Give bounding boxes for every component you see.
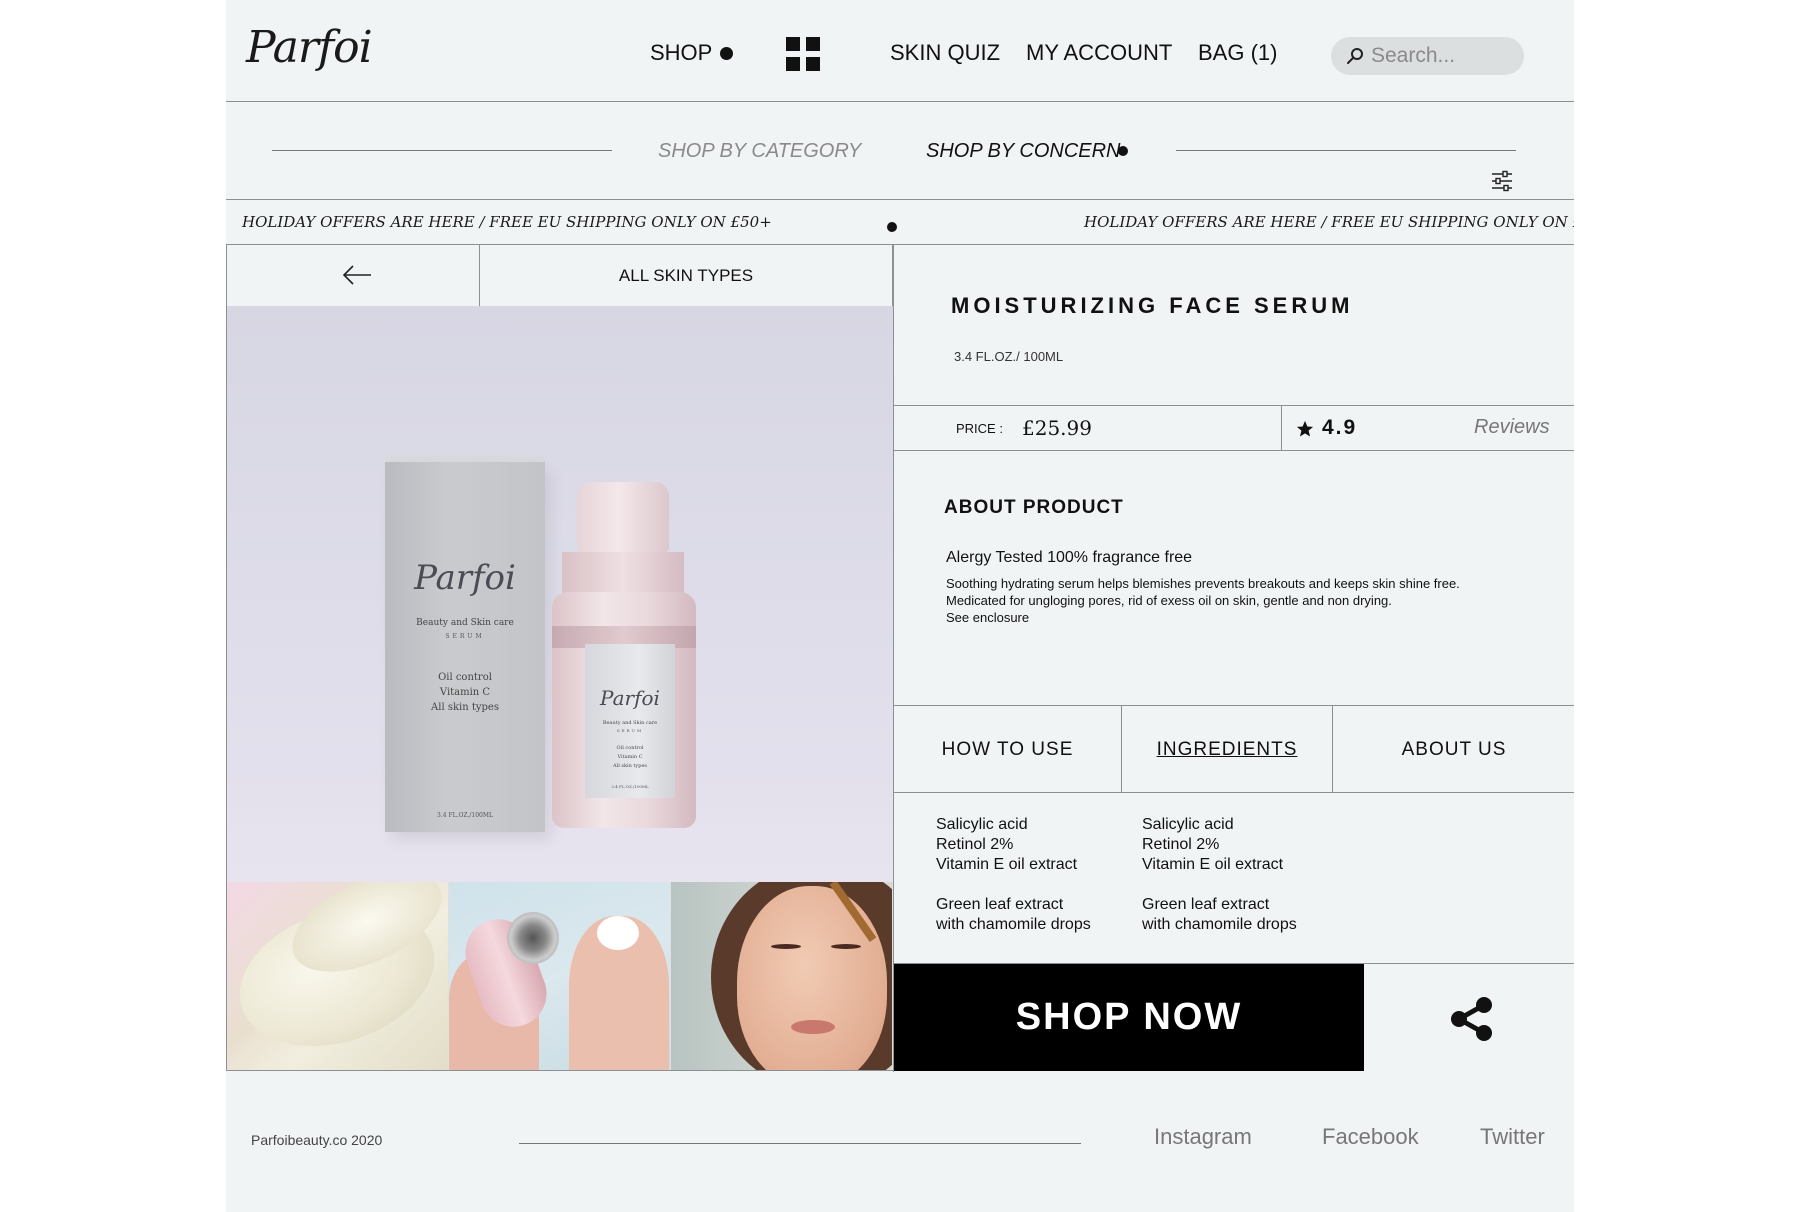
ingredients-list: Salicylic acid Retinol 2% Vitamin E oil … bbox=[1142, 815, 1297, 935]
list-item: Salicylic acid bbox=[936, 816, 1028, 833]
product-details: MOISTURIZING FACE SERUM 3.4 FL.OZ./ 100M… bbox=[893, 245, 1574, 1072]
product-page: Parfoi SHOP SKIN QUIZ MY ACCOUNT BAG (1)… bbox=[226, 0, 1574, 1212]
about-product-description: Soothing hydrating serum helps blemishes… bbox=[946, 576, 1460, 625]
price-label: PRICE : bbox=[956, 421, 1003, 436]
divider-line bbox=[1176, 150, 1516, 151]
grid-icon[interactable] bbox=[786, 37, 820, 71]
shop-by-category-link[interactable]: SHOP BY CATEGORY bbox=[658, 140, 861, 163]
bottle-label: Parfoi Beauty and Skin care SERUM Oil co… bbox=[585, 644, 675, 798]
reviews-link[interactable]: Reviews bbox=[1474, 416, 1550, 439]
filter-sliders-icon[interactable] bbox=[1490, 170, 1514, 192]
box-volume: 3.4 FL.OZ./100ML bbox=[437, 812, 493, 819]
site-footer: Parfoibeauty.co 2020 Instagram Facebook … bbox=[226, 1072, 1574, 1212]
thumbnail-cream[interactable] bbox=[227, 882, 449, 1070]
list-item: with chamomile drops bbox=[1142, 916, 1297, 933]
facebook-link[interactable]: Facebook bbox=[1322, 1124, 1419, 1150]
list-item: Vitamin E oil extract bbox=[1142, 856, 1284, 873]
promo-separator-dot bbox=[887, 222, 897, 232]
divider-line bbox=[519, 1143, 1081, 1144]
nav-shop[interactable]: SHOP bbox=[650, 40, 712, 66]
copyright: Parfoibeauty.co 2020 bbox=[251, 1132, 383, 1148]
price-value: £25.99 bbox=[1022, 416, 1092, 440]
nav-bag[interactable]: BAG (1) bbox=[1198, 40, 1277, 66]
list-item: Green leaf extract bbox=[936, 896, 1064, 913]
shop-by-concern-link[interactable]: SHOP BY CONCERN bbox=[926, 140, 1120, 163]
site-header: Parfoi SHOP SKIN QUIZ MY ACCOUNT BAG (1) bbox=[226, 0, 1574, 102]
category-bar: SHOP BY CATEGORY SHOP BY CONCERN bbox=[226, 102, 1574, 200]
instagram-link[interactable]: Instagram bbox=[1154, 1124, 1252, 1150]
twitter-link[interactable]: Twitter bbox=[1480, 1124, 1545, 1150]
list-item: Green leaf extract bbox=[1142, 896, 1270, 913]
divider-line bbox=[272, 150, 612, 151]
bottle-pump-cap bbox=[577, 482, 669, 552]
promo-banner: HOLIDAY OFFERS ARE HERE / FREE EU SHIPPI… bbox=[226, 200, 1574, 245]
skin-type-filter[interactable]: ALL SKIN TYPES bbox=[479, 245, 893, 307]
share-button[interactable] bbox=[1364, 963, 1574, 1071]
search-input[interactable] bbox=[1371, 42, 1516, 70]
rating-value: 4.9 bbox=[1322, 416, 1358, 439]
nav-shop-active-dot bbox=[720, 47, 733, 60]
search-icon bbox=[1347, 48, 1363, 64]
tab-about-us[interactable]: ABOUT US bbox=[1333, 706, 1574, 793]
list-item: Salicylic acid bbox=[1142, 816, 1234, 833]
promo-text: HOLIDAY OFFERS ARE HERE / FREE EU SHIPPI… bbox=[242, 213, 772, 231]
box-serum-label: SERUM bbox=[445, 633, 485, 640]
product-box: Parfoi Beauty and Skin care SERUM Oil co… bbox=[385, 462, 545, 832]
shop-now-button[interactable]: SHOP NOW bbox=[894, 963, 1364, 1071]
promo-text: HOLIDAY OFFERS ARE HERE / FREE EU SHIPPI… bbox=[1084, 213, 1574, 231]
thumbnail-model-face[interactable] bbox=[671, 882, 893, 1070]
list-item: with chamomile drops bbox=[936, 916, 1091, 933]
price-rating-row: PRICE : £25.99 4.9 Reviews bbox=[894, 405, 1574, 451]
tab-ingredients[interactable]: INGREDIENTS bbox=[1121, 706, 1333, 793]
product-tabs: HOW TO USE INGREDIENTS ABOUT US bbox=[894, 705, 1574, 793]
share-icon bbox=[1451, 997, 1492, 1041]
search-box[interactable] bbox=[1331, 37, 1524, 75]
back-button[interactable] bbox=[226, 245, 480, 307]
arrow-left-icon bbox=[342, 265, 371, 285]
product-volume: 3.4 FL.OZ./ 100ML bbox=[954, 349, 1064, 364]
ingredients-list: Salicylic acid Retinol 2% Vitamin E oil … bbox=[936, 815, 1091, 935]
star-icon bbox=[1296, 420, 1314, 437]
box-info: Oil control Vitamin C All skin types bbox=[431, 672, 499, 713]
thumbnail-cleansing-brush[interactable] bbox=[449, 882, 671, 1070]
about-product-tagline: Alergy Tested 100% fragrance free bbox=[946, 549, 1193, 566]
product-hero-image: Parfoi Beauty and Skin care SERUM Oil co… bbox=[226, 306, 893, 882]
list-item: Retinol 2% bbox=[1142, 836, 1220, 853]
nav-my-account[interactable]: MY ACCOUNT bbox=[1026, 40, 1172, 66]
list-item: Vitamin E oil extract bbox=[936, 856, 1078, 873]
concern-active-dot bbox=[1118, 146, 1128, 156]
product-title: MOISTURIZING FACE SERUM bbox=[951, 293, 1354, 318]
list-item: Retinol 2% bbox=[936, 836, 1014, 853]
tab-how-to-use[interactable]: HOW TO USE bbox=[894, 706, 1121, 793]
brand-logo[interactable]: Parfoi bbox=[246, 22, 373, 73]
about-product-heading: ABOUT PRODUCT bbox=[944, 497, 1124, 518]
box-logo: Parfoi bbox=[414, 558, 516, 598]
thumbnail-strip bbox=[226, 882, 893, 1071]
box-subtitle: Beauty and Skin care bbox=[416, 618, 514, 628]
nav-skin-quiz[interactable]: SKIN QUIZ bbox=[890, 40, 1000, 66]
